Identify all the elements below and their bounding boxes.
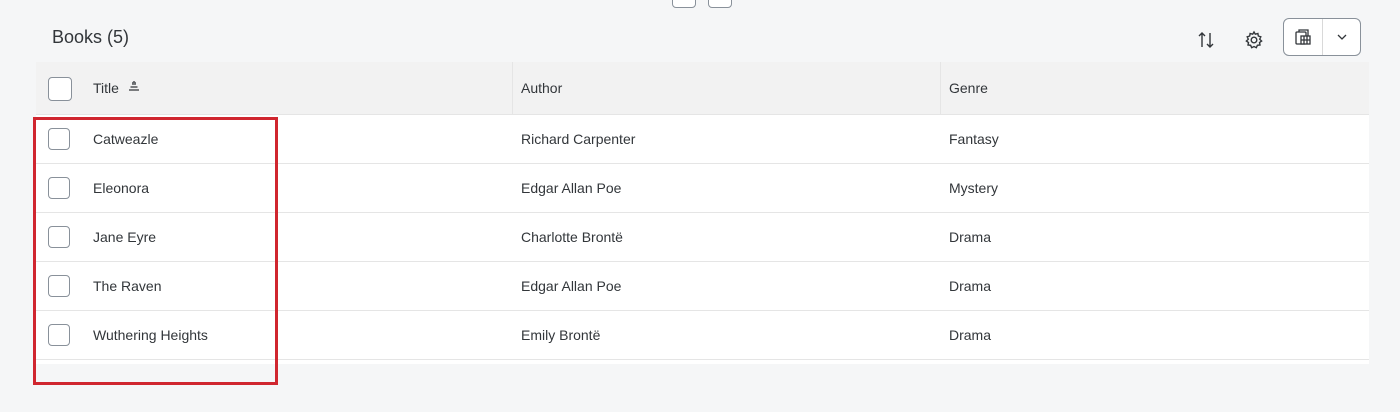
table-row[interactable]: Wuthering Heights Emily Brontë Drama	[36, 311, 1369, 360]
cell-genre: Drama	[949, 327, 992, 343]
row-checkbox[interactable]	[48, 275, 70, 297]
books-table-panel: Books (5) Title Author Genre Catweazle R…	[36, 14, 1369, 364]
row-checkbox[interactable]	[48, 177, 70, 199]
row-checkbox[interactable]	[48, 128, 70, 150]
table-row[interactable]: Jane Eyre Charlotte Brontë Drama	[36, 213, 1369, 262]
column-header-title-label: Title	[93, 80, 119, 96]
table-row[interactable]: Eleonora Edgar Allan Poe Mystery	[36, 164, 1369, 213]
row-checkbox[interactable]	[48, 324, 70, 346]
top-button-stub[interactable]	[708, 0, 732, 8]
table-header-row: Title Author Genre	[36, 62, 1369, 115]
export-button[interactable]	[1284, 19, 1323, 55]
cell-title: Eleonora	[93, 180, 150, 196]
export-dropdown-button[interactable]	[1323, 19, 1360, 55]
cell-title: The Raven	[93, 278, 162, 294]
table-title: Books (5)	[52, 27, 130, 47]
cell-author: Emily Brontë	[521, 327, 601, 343]
column-separator[interactable]	[940, 62, 941, 114]
chevron-down-icon	[1337, 34, 1346, 40]
books-table: Title Author Genre Catweazle Richard Car…	[36, 62, 1369, 360]
column-header-title[interactable]: Title	[93, 62, 141, 114]
column-header-genre[interactable]: Genre	[949, 62, 988, 114]
column-separator[interactable]	[512, 62, 513, 114]
row-checkbox[interactable]	[48, 226, 70, 248]
cell-author: Richard Carpenter	[521, 131, 636, 147]
settings-icon	[1245, 30, 1263, 49]
top-button-stub[interactable]	[672, 0, 696, 8]
cell-genre: Drama	[949, 278, 992, 294]
column-header-author-label: Author	[521, 80, 563, 96]
column-header-author[interactable]: Author	[521, 62, 562, 114]
export-icon	[1295, 29, 1311, 45]
cell-title: Jane Eyre	[93, 229, 157, 245]
table-toolbar: Books (5)	[36, 14, 1369, 62]
table-row[interactable]: Catweazle Richard Carpenter Fantasy	[36, 115, 1369, 164]
cell-genre: Mystery	[949, 180, 998, 196]
cell-author: Edgar Allan Poe	[521, 180, 622, 196]
table-row[interactable]: The Raven Edgar Allan Poe Drama	[36, 262, 1369, 311]
select-all-checkbox[interactable]	[48, 77, 72, 101]
cell-author: Edgar Allan Poe	[521, 278, 622, 294]
cell-genre: Drama	[949, 229, 992, 245]
column-header-genre-label: Genre	[949, 80, 988, 96]
export-menu-button[interactable]	[1283, 18, 1361, 56]
settings-button[interactable]	[1239, 25, 1269, 55]
cell-title: Wuthering Heights	[93, 327, 208, 343]
sort-icon	[1198, 32, 1214, 48]
sort-ascending-icon	[127, 80, 141, 96]
cell-title: Catweazle	[93, 131, 159, 147]
cell-genre: Fantasy	[949, 131, 999, 147]
cell-author: Charlotte Brontë	[521, 229, 623, 245]
sort-button[interactable]	[1191, 25, 1221, 55]
